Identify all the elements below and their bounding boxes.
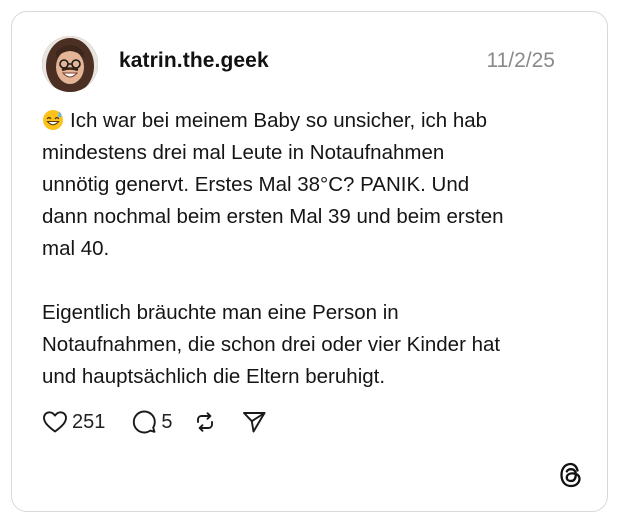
reply-count: 5	[161, 410, 173, 433]
avatar-image	[42, 36, 98, 92]
repost-button[interactable]	[193, 410, 217, 434]
send-icon	[241, 410, 267, 434]
post-paragraph-1: Ich war bei meinem Baby so unsicher, ich…	[42, 105, 562, 265]
username[interactable]: katrin.the.geek	[119, 49, 269, 73]
like-button[interactable]: 251	[42, 410, 105, 434]
grinning-face-with-sweat-icon	[42, 109, 64, 131]
avatar[interactable]	[42, 36, 98, 92]
reply-button[interactable]: 5	[131, 409, 173, 435]
post-paragraph-2: Eigentlich bräuchte man eine Person in N…	[42, 301, 501, 388]
repost-icon	[193, 410, 217, 434]
action-bar: 251 5	[42, 407, 267, 437]
post-body: Ich war bei meinem Baby so unsicher, ich…	[42, 105, 562, 393]
heart-icon	[42, 410, 68, 434]
post-card: katrin.the.geek 11/2/25 Ich war bei mein…	[11, 11, 608, 512]
speech-bubble-icon	[131, 409, 157, 435]
post-date: 11/2/25	[486, 49, 555, 72]
threads-logo-icon[interactable]	[558, 461, 584, 489]
like-count: 251	[72, 410, 106, 433]
post-paragraph-1-text: Ich war bei meinem Baby so unsicher, ich…	[42, 109, 504, 260]
share-button[interactable]	[241, 410, 267, 434]
